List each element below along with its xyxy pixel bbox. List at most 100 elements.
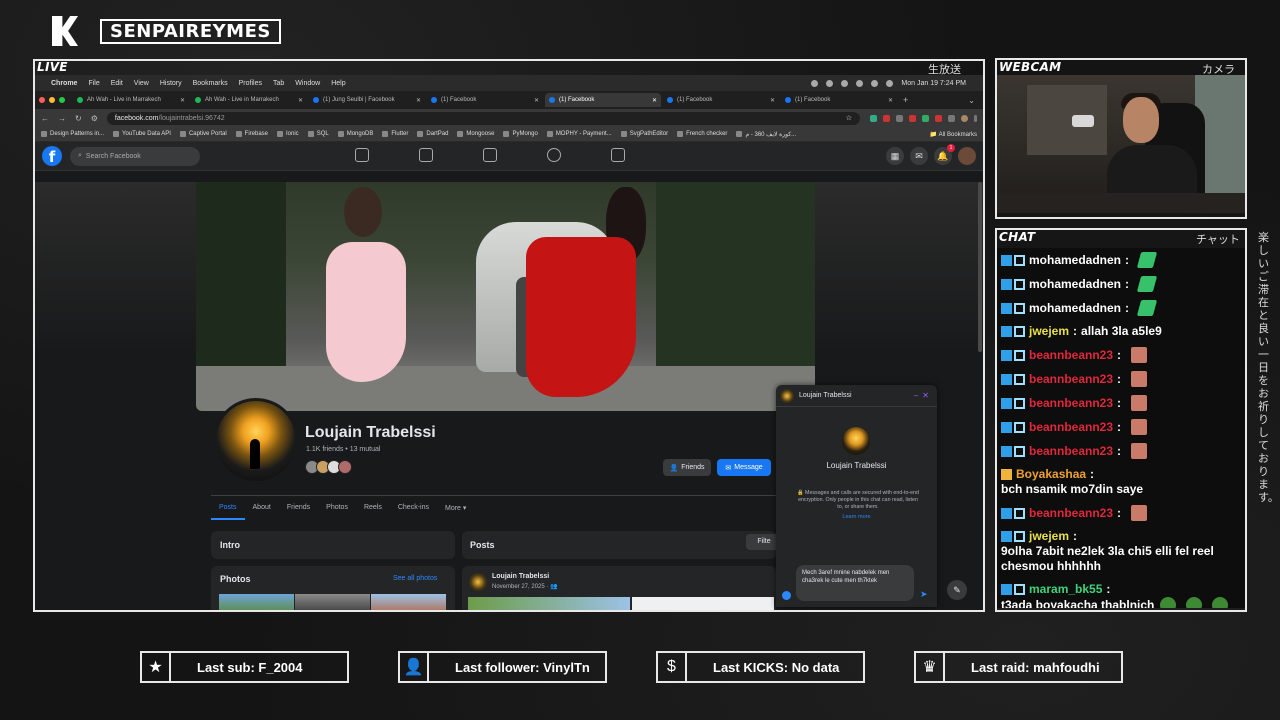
gaming-icon[interactable]: [611, 148, 625, 162]
video-icon[interactable]: [419, 148, 433, 162]
browser-tab[interactable]: Ah Wah - Live in Marrakech ✕: [191, 93, 307, 107]
extension-icon[interactable]: [870, 114, 877, 122]
profile-icon[interactable]: [961, 114, 968, 122]
profile-avatar[interactable]: [213, 398, 299, 484]
menubar-item[interactable]: Profiles: [239, 80, 262, 87]
site-info-icon[interactable]: ⚙: [91, 114, 98, 123]
wifi-icon[interactable]: [871, 79, 879, 87]
menu-grid-icon[interactable]: ▦: [886, 147, 904, 165]
friends-button[interactable]: 👤 Friends: [663, 459, 711, 476]
browser-tab[interactable]: (1) Facebook ✕: [663, 93, 779, 107]
notifications-icon[interactable]: 🔔 1: [934, 144, 955, 165]
post-date[interactable]: November 27, 2025 · 👥: [492, 583, 558, 590]
all-bookmarks[interactable]: 📁 All Bookmarks: [930, 131, 977, 138]
extension-icon[interactable]: [883, 114, 890, 122]
tab-search-icon[interactable]: ⌄: [968, 96, 975, 105]
bookmark-item[interactable]: French checker: [677, 131, 727, 138]
chat-username[interactable]: jwejem: [1029, 529, 1069, 544]
chat-username[interactable]: mohamedadnen: [1029, 253, 1121, 268]
minimize-window-icon[interactable]: [49, 97, 55, 103]
forward-button[interactable]: →: [58, 114, 66, 123]
close-tab-icon[interactable]: ✕: [652, 97, 657, 104]
chat-avatar[interactable]: [842, 427, 870, 455]
account-avatar[interactable]: [958, 147, 976, 165]
bookmark-item[interactable]: SQL: [307, 131, 329, 138]
close-tab-icon[interactable]: ✕: [888, 97, 893, 104]
bookmark-item[interactable]: Captive Portal: [179, 131, 227, 138]
message-button[interactable]: ✉ Message: [717, 459, 771, 476]
chat-username[interactable]: beannbeann23: [1029, 372, 1113, 387]
bookmark-star-icon[interactable]: ☆: [846, 114, 852, 122]
post-image[interactable]: [632, 597, 774, 610]
close-tab-icon[interactable]: ✕: [770, 97, 775, 104]
post-image[interactable]: [468, 597, 630, 610]
close-tab-icon[interactable]: ✕: [416, 97, 421, 104]
menubar-item[interactable]: View: [134, 80, 149, 87]
see-all-photos-link[interactable]: See all photos: [393, 575, 437, 582]
bookmark-item[interactable]: DartPad: [417, 131, 448, 138]
facebook-logo[interactable]: f: [42, 146, 62, 166]
zoom-window-icon[interactable]: [59, 97, 65, 103]
bookmark-item[interactable]: MongoDB: [337, 131, 373, 138]
photo-thumbnail[interactable]: [295, 594, 370, 610]
menubar-item[interactable]: Bookmarks: [193, 80, 228, 87]
extension-icon[interactable]: [909, 114, 916, 122]
menubar-item[interactable]: Chrome: [51, 80, 77, 87]
close-window-icon[interactable]: [39, 97, 45, 103]
chat-window-controls[interactable]: –✕: [914, 391, 933, 400]
home-icon[interactable]: [355, 148, 369, 162]
extension-icon[interactable]: [922, 114, 929, 122]
bookmark-item[interactable]: YouTube Data API: [113, 131, 171, 138]
menu-icon[interactable]: [974, 114, 977, 122]
bookmark-item[interactable]: Design Patterns in...: [41, 131, 104, 138]
close-tab-icon[interactable]: ✕: [298, 97, 303, 104]
profile-tab[interactable]: Reels: [356, 500, 390, 520]
profile-tab[interactable]: Photos: [318, 500, 356, 520]
url-input[interactable]: facebook.com/loujaintrabelsi.96742 ☆: [106, 111, 860, 125]
chat-username[interactable]: beannbeann23: [1029, 396, 1113, 411]
close-tab-icon[interactable]: ✕: [180, 97, 185, 104]
bookmark-item[interactable]: MOPHY - Payment...: [546, 131, 612, 138]
menubar-item[interactable]: Window: [295, 80, 320, 87]
bookmark-item[interactable]: Ionic: [277, 131, 299, 138]
profile-tab[interactable]: Posts: [211, 500, 245, 520]
chat-username[interactable]: jwejem: [1029, 324, 1069, 339]
cover-photo[interactable]: [196, 182, 815, 411]
send-icon[interactable]: ➤: [920, 589, 928, 600]
close-tab-icon[interactable]: ✕: [534, 97, 539, 104]
browser-tab[interactable]: (1) Facebook ✕: [781, 93, 897, 107]
menubar-item[interactable]: Help: [331, 80, 345, 87]
learn-more-link[interactable]: Learn more: [776, 514, 937, 520]
chat-username[interactable]: mohamedadnen: [1029, 301, 1121, 316]
bookmark-item[interactable]: كورة لايف 360 - م...: [736, 131, 796, 138]
extension-icon[interactable]: [935, 114, 942, 122]
post-author-avatar[interactable]: [469, 573, 487, 591]
bookmark-item[interactable]: Firebase: [235, 131, 268, 138]
chat-username[interactable]: beannbeann23: [1029, 506, 1113, 521]
marketplace-icon[interactable]: [483, 148, 497, 162]
search-icon[interactable]: [886, 79, 894, 87]
back-button[interactable]: ←: [41, 114, 49, 123]
status-icon[interactable]: [826, 79, 834, 87]
profile-tab[interactable]: Check-ins: [390, 500, 437, 520]
browser-tab[interactable]: (1) Facebook ✕: [545, 93, 661, 107]
photo-thumbnail[interactable]: [219, 594, 294, 610]
profile-tab[interactable]: Friends: [279, 500, 318, 520]
chat-username[interactable]: Boyakashaa: [1016, 467, 1086, 482]
menubar-item[interactable]: Edit: [111, 80, 123, 87]
chat-username[interactable]: mohamedadnen: [1029, 277, 1121, 292]
profile-tab[interactable]: About: [245, 500, 279, 520]
mutual-friends-avatars[interactable]: [305, 460, 352, 474]
chat-username[interactable]: beannbeann23: [1029, 444, 1113, 459]
profile-friends-count[interactable]: 1.1K friends • 13 mutual: [306, 446, 380, 453]
add-attachment-icon[interactable]: [782, 591, 791, 600]
post-author[interactable]: Loujain Trabelssi: [492, 573, 549, 580]
bookmark-item[interactable]: Flutter: [382, 131, 408, 138]
status-icon[interactable]: [856, 79, 864, 87]
chat-username[interactable]: beannbeann23: [1029, 348, 1113, 363]
new-tab-button[interactable]: +: [903, 95, 908, 105]
bookmark-item[interactable]: PyMongo: [503, 131, 538, 138]
bookmark-item[interactable]: Mongoose: [457, 131, 494, 138]
browser-tab[interactable]: (1) Facebook ✕: [427, 93, 543, 107]
photo-thumbnail[interactable]: [371, 594, 446, 610]
